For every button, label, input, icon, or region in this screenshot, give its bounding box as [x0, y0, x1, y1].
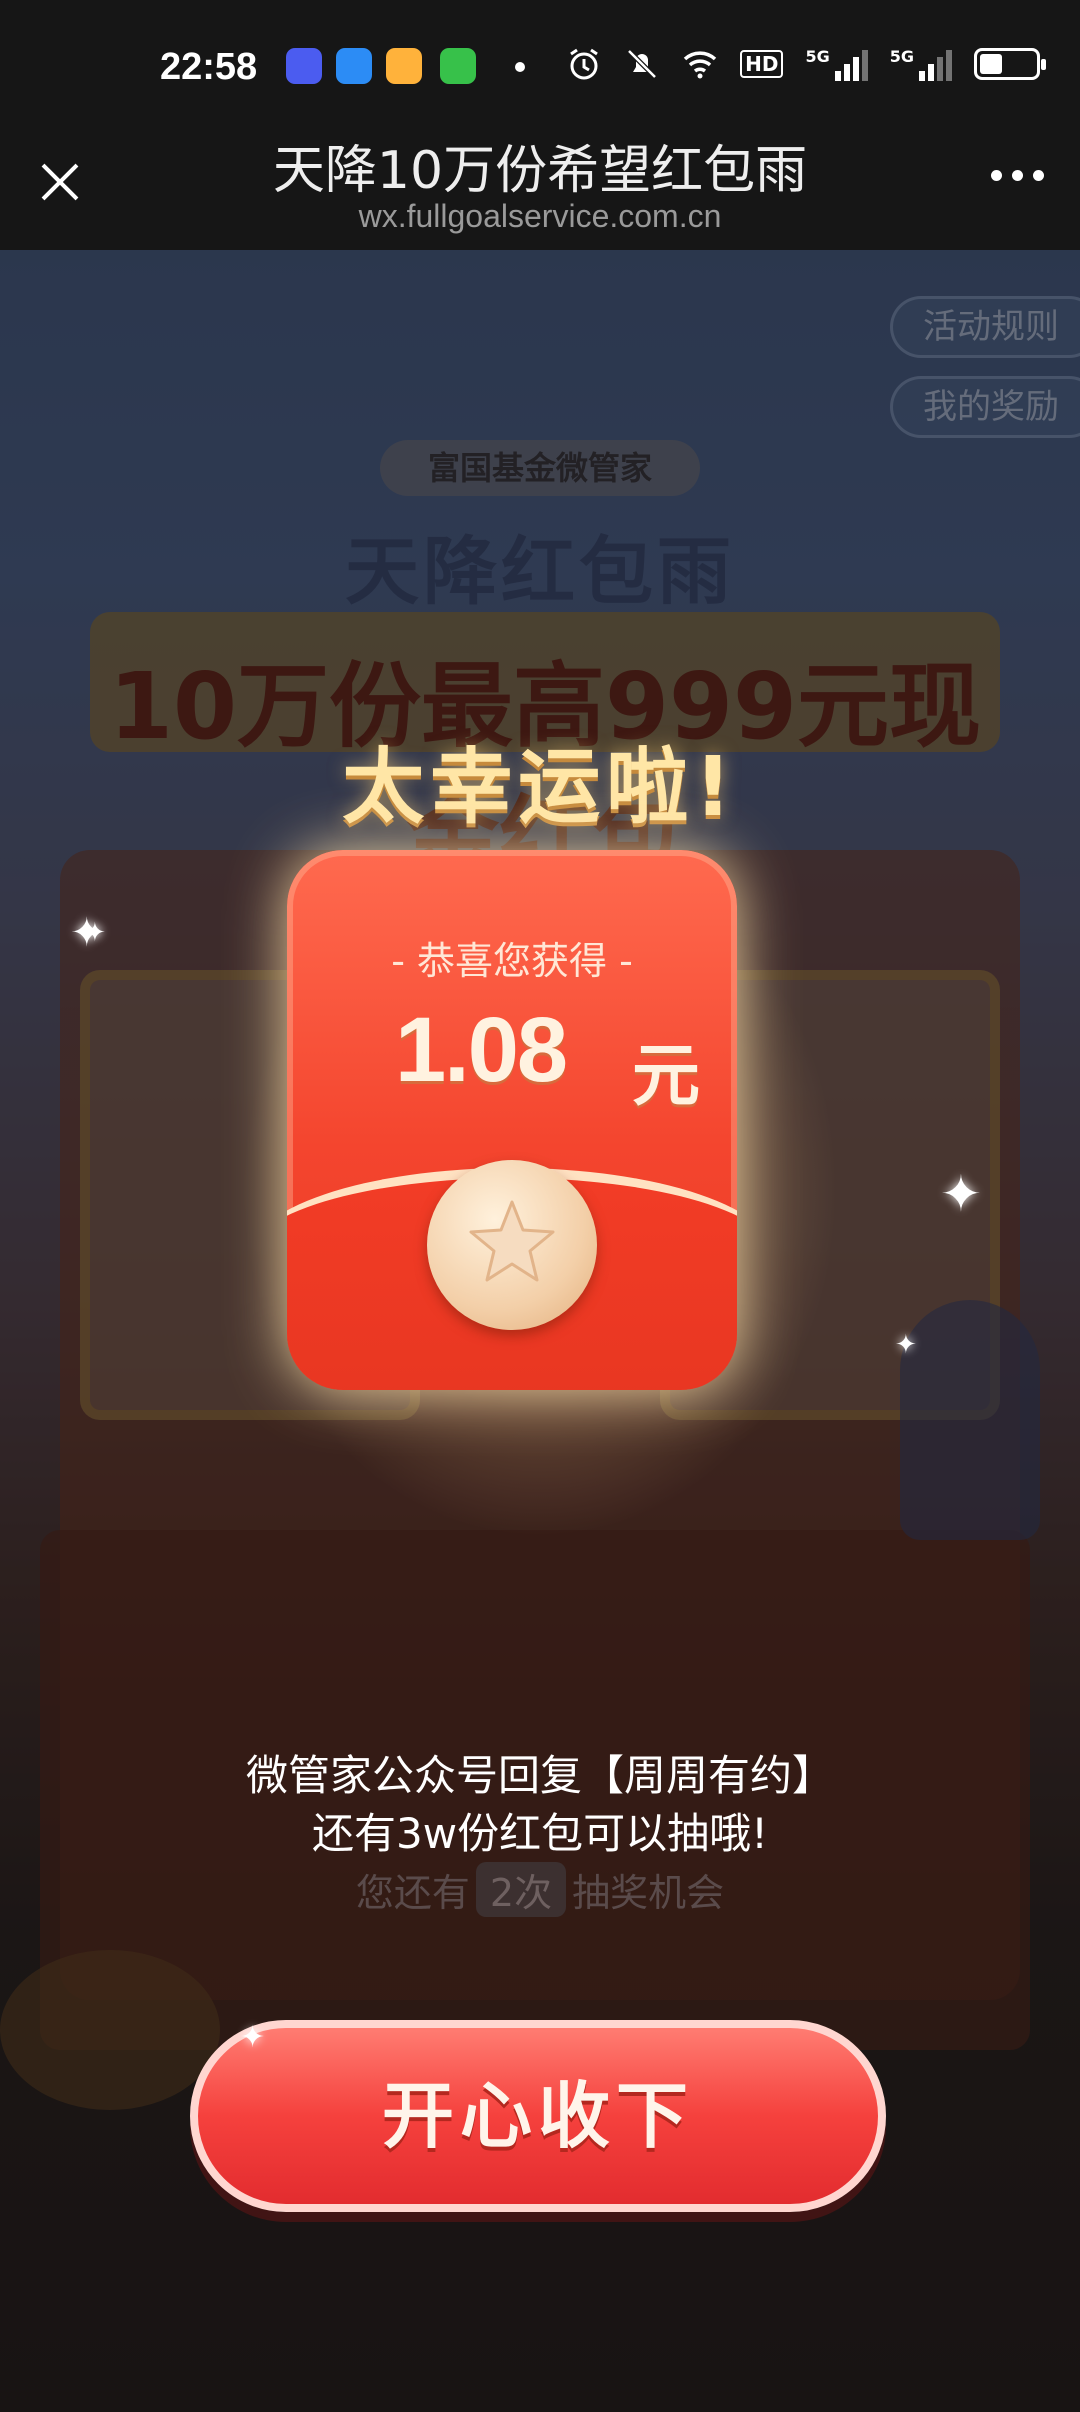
signal-icon-2: 5G [890, 47, 952, 81]
accept-button[interactable]: 开心收下 [190, 2020, 886, 2212]
page-url: wx.fullgoalservice.com.cn [358, 198, 722, 234]
page-title: 天降10万份希望红包雨 [272, 141, 808, 201]
sparkle-icon: ✦ [240, 2020, 266, 2055]
cloud-app-icon [286, 48, 322, 84]
notice-line-2: 还有3w份红包可以抽哦! [312, 1809, 768, 1858]
sparkle-icon: ✦ [895, 1330, 917, 1360]
activity-page: 活动规则 我的奖励 富国基金微管家 天降红包雨 10万份最高999元现金红包 太… [0, 250, 1080, 2412]
alarm-icon [570, 48, 598, 80]
status-indicators: HD 5G 5G [566, 46, 1046, 82]
sparkle-icon: ✦ [84, 918, 106, 948]
star-icon [469, 1200, 555, 1282]
notification-dot-icon [515, 62, 525, 72]
chance-suffix: 抽奖机会 [572, 1871, 725, 1915]
remaining-chances: 您还有 2次 抽奖机会 [0, 1862, 1080, 1917]
status-time: 22:58 [160, 46, 258, 88]
mute-bell-icon [627, 49, 657, 79]
prize-unit: 元 [632, 1037, 701, 1116]
popup-title: 太幸运啦! [342, 740, 738, 835]
more-options-button[interactable] [991, 170, 1044, 181]
prize-amount: 1.08 [395, 999, 568, 1101]
wallet-app-icon [386, 48, 422, 84]
hd-voice-icon: HD [740, 50, 784, 78]
calculator-app-icon [440, 48, 476, 84]
link-app-icon [336, 48, 372, 84]
envelope-subtitle: - 恭喜您获得 - [391, 939, 633, 983]
browser-title-bar: 天降10万份希望红包雨 wx.fullgoalservice.com.cn [0, 120, 1080, 250]
red-envelope: - 恭喜您获得 - 1.08 元 [287, 850, 737, 1390]
chance-prefix: 您还有 [355, 1871, 470, 1915]
chance-count: 2次 [475, 1862, 567, 1917]
status-bar: 22:58 HD 5G 5G [0, 0, 1080, 120]
wifi-icon [683, 51, 717, 79]
battery-icon [974, 48, 1046, 80]
envelope-seal [427, 1160, 597, 1330]
sparkle-icon: ✦ [940, 1165, 982, 1223]
notice-line-1: 微管家公众号回复【周周有约】 [245, 1751, 834, 1800]
signal-icon-1: 5G [805, 47, 868, 81]
